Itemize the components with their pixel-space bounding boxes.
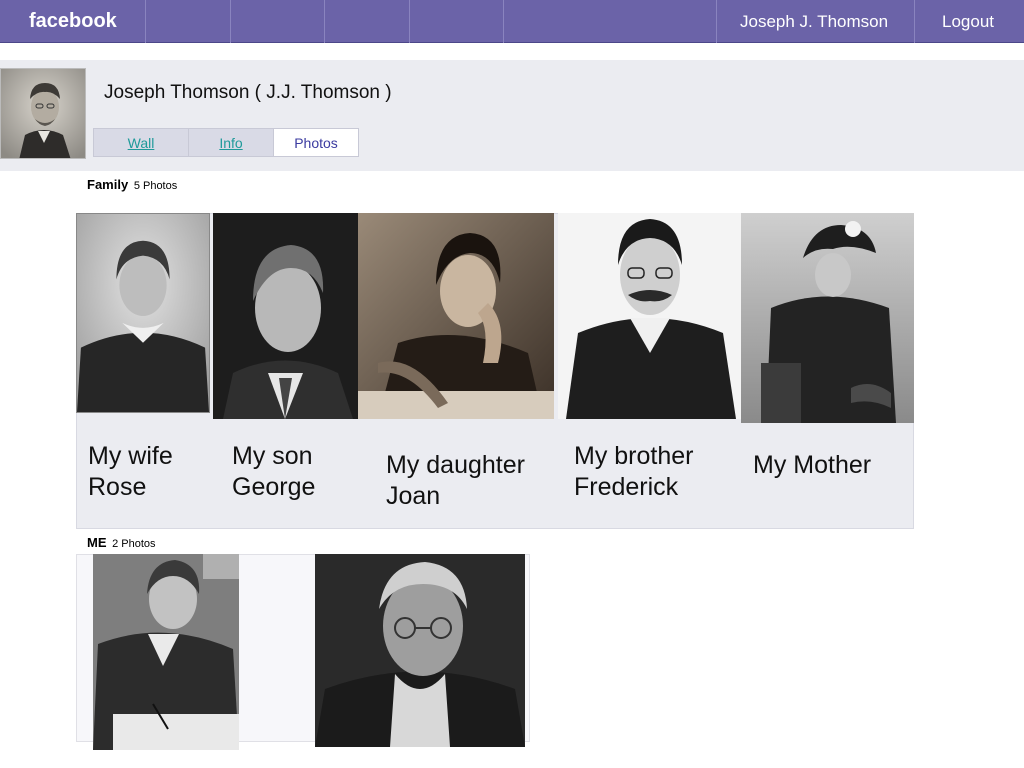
album-title: Family — [87, 177, 129, 192]
portrait-image — [93, 554, 239, 750]
photo-wife-rose[interactable] — [76, 213, 210, 413]
photo-caption: My daughter Joan — [386, 451, 525, 510]
album-photo-count: 5 Photos — [133, 180, 178, 192]
tab-photos[interactable]: Photos — [273, 128, 359, 157]
facebook-logo[interactable]: facebook — [29, 10, 117, 33]
profile-name: Joseph Thomson ( J.J. Thomson ) — [104, 82, 392, 103]
nav-divider — [914, 0, 915, 43]
tab-wall[interactable]: Wall — [93, 128, 188, 157]
photo-caption: My wife Rose — [88, 442, 173, 501]
photo-caption: My Mother — [753, 451, 872, 479]
logout-link[interactable]: Logout — [942, 12, 994, 32]
portrait-image — [77, 214, 209, 412]
profile-header: Joseph Thomson ( J.J. Thomson ) Wall Inf… — [0, 60, 1024, 171]
avatar-portrait-image — [1, 69, 85, 158]
portrait-image — [358, 213, 554, 419]
portrait-image — [213, 213, 358, 419]
album-title: ME — [87, 535, 107, 550]
photo-daughter-joan[interactable] — [358, 213, 554, 419]
photo-caption: My son George — [232, 442, 316, 501]
nav-divider — [409, 0, 410, 43]
photo-me-writing[interactable] — [93, 554, 239, 750]
photo-son-george[interactable] — [213, 213, 358, 419]
album-title-me[interactable]: ME 2 Photos — [87, 535, 156, 550]
nav-divider — [145, 0, 146, 43]
avatar[interactable] — [0, 68, 86, 159]
top-navigation-bar: facebook Joseph J. Thomson Logout — [0, 0, 1024, 43]
user-profile-link[interactable]: Joseph J. Thomson — [740, 12, 888, 32]
tab-info[interactable]: Info — [188, 128, 273, 157]
photo-me-portrait[interactable] — [315, 554, 525, 747]
nav-divider — [716, 0, 717, 43]
nav-divider — [503, 0, 504, 43]
album-photo-count: 2 Photos — [112, 538, 156, 550]
nav-divider — [230, 0, 231, 43]
photo-mother[interactable] — [741, 213, 914, 423]
profile-tabs: Wall Info Photos — [93, 128, 359, 157]
nav-divider — [324, 0, 325, 43]
album-title-family[interactable]: Family 5 Photos — [87, 177, 177, 192]
photo-brother-frederick[interactable] — [558, 213, 741, 419]
photo-caption: My brother Frederick — [574, 442, 694, 501]
portrait-image — [558, 213, 741, 419]
portrait-image — [315, 554, 525, 747]
portrait-image — [741, 213, 914, 423]
